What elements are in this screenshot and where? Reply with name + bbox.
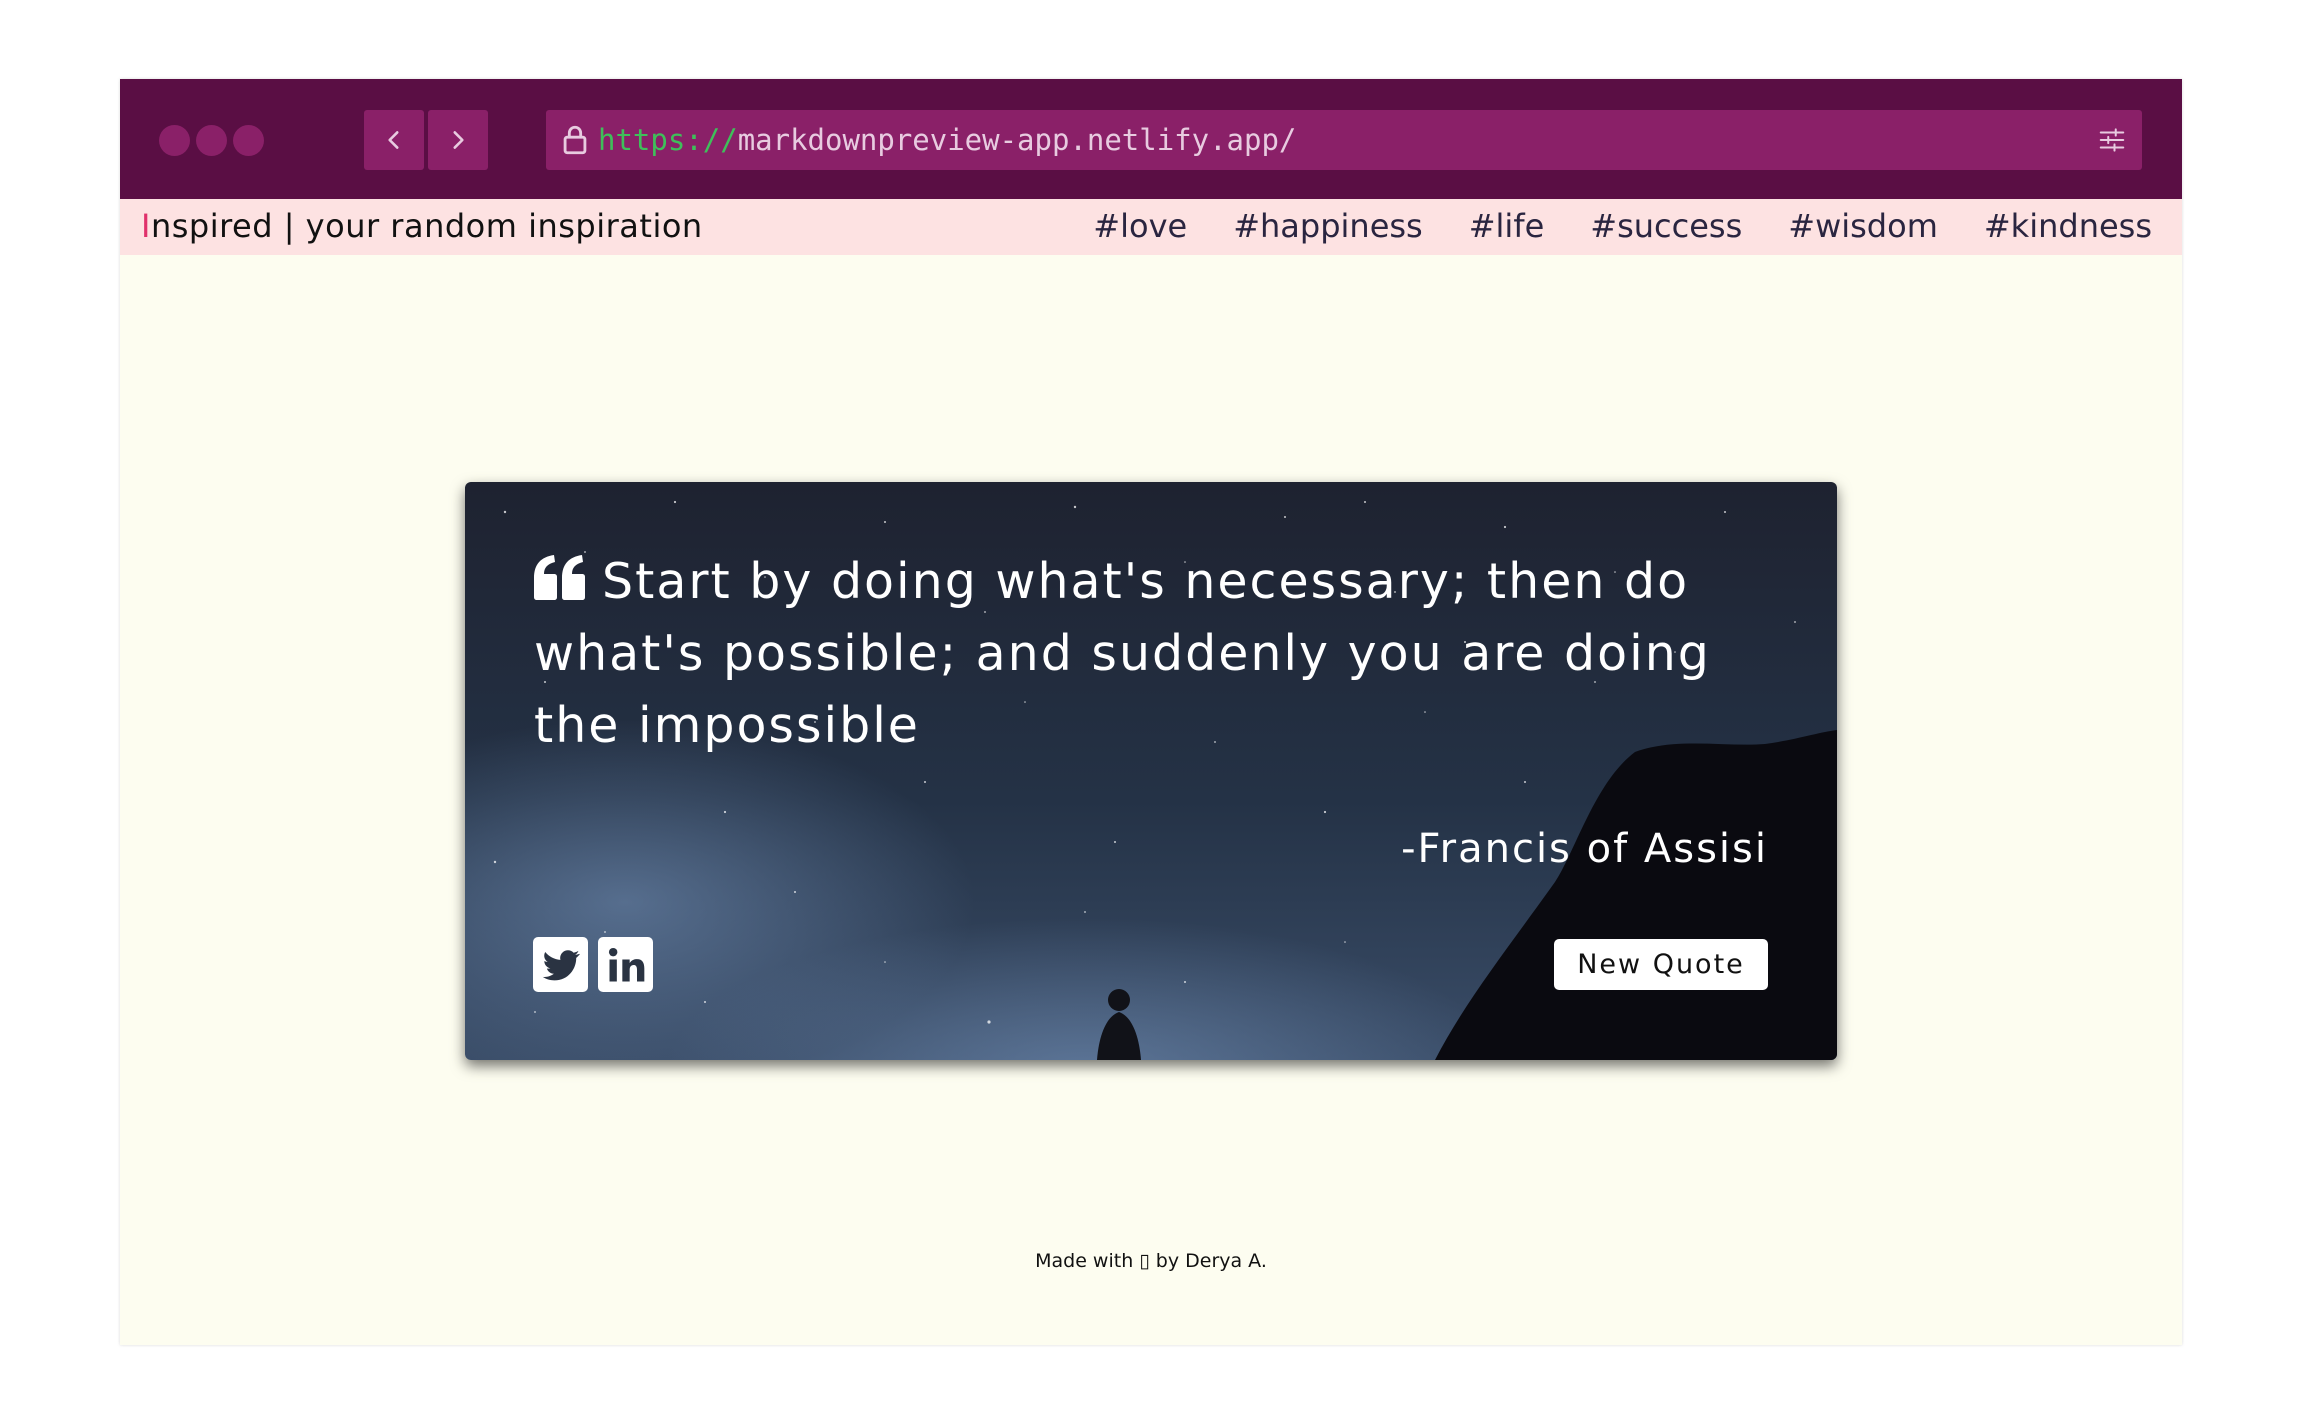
tag-kindness-link[interactable]: #kindness	[1984, 207, 2152, 245]
url-text: markdownpreview-app.netlify.app/	[737, 123, 1297, 157]
tag-love-link[interactable]: #love	[1093, 207, 1187, 245]
url-scheme: https://	[598, 123, 738, 157]
share-buttons	[533, 937, 653, 992]
window-controls	[159, 125, 264, 156]
person-silhouette	[1097, 989, 1141, 1060]
quote-left-icon	[534, 555, 585, 600]
linkedin-share-button[interactable]	[598, 937, 653, 992]
chevron-right-icon	[453, 131, 464, 149]
chevron-left-icon	[388, 131, 399, 149]
quote-text-block: Start by doing what's necessary; then do…	[534, 546, 1794, 762]
new-quote-button[interactable]: New Quote	[1554, 939, 1768, 990]
brand-first-letter: I	[141, 207, 151, 245]
top-navigation: Inspired | your random inspiration #love…	[120, 199, 2182, 255]
window-dot-maximize[interactable]	[233, 125, 264, 156]
quote-author: -Francis of Assisi	[1401, 826, 1768, 872]
tag-links: #love #happiness #life #success #wisdom …	[1093, 207, 2152, 245]
tag-life-link[interactable]: #life	[1469, 207, 1545, 245]
brand-text: nspired | your random inspiration	[150, 207, 703, 245]
back-button[interactable]	[364, 110, 424, 170]
twitter-icon	[542, 949, 580, 980]
tag-wisdom-link[interactable]: #wisdom	[1788, 207, 1938, 245]
sliders-icon	[2099, 128, 2125, 152]
browser-window: https://markdownpreview-app.netlify.app/…	[120, 79, 2182, 1345]
address-bar[interactable]: https://markdownpreview-app.netlify.app/	[546, 110, 2104, 170]
lock-icon	[563, 125, 587, 155]
twitter-share-button[interactable]	[533, 937, 588, 992]
page-footer: Made with ▯ by Derya A.	[1035, 1250, 1267, 1272]
quote-text: Start by doing what's necessary; then do…	[534, 553, 1711, 754]
window-dot-minimize[interactable]	[196, 125, 227, 156]
window-dot-close[interactable]	[159, 125, 190, 156]
browser-toolbar: https://markdownpreview-app.netlify.app/	[120, 79, 2182, 199]
forward-button[interactable]	[428, 110, 488, 170]
site-brand[interactable]: Inspired | your random inspiration	[141, 207, 703, 245]
tag-success-link[interactable]: #success	[1590, 207, 1742, 245]
linkedin-icon	[608, 947, 644, 981]
quote-card: Start by doing what's necessary; then do…	[465, 482, 1837, 1060]
tag-happiness-link[interactable]: #happiness	[1233, 207, 1423, 245]
settings-button[interactable]	[2082, 110, 2142, 170]
